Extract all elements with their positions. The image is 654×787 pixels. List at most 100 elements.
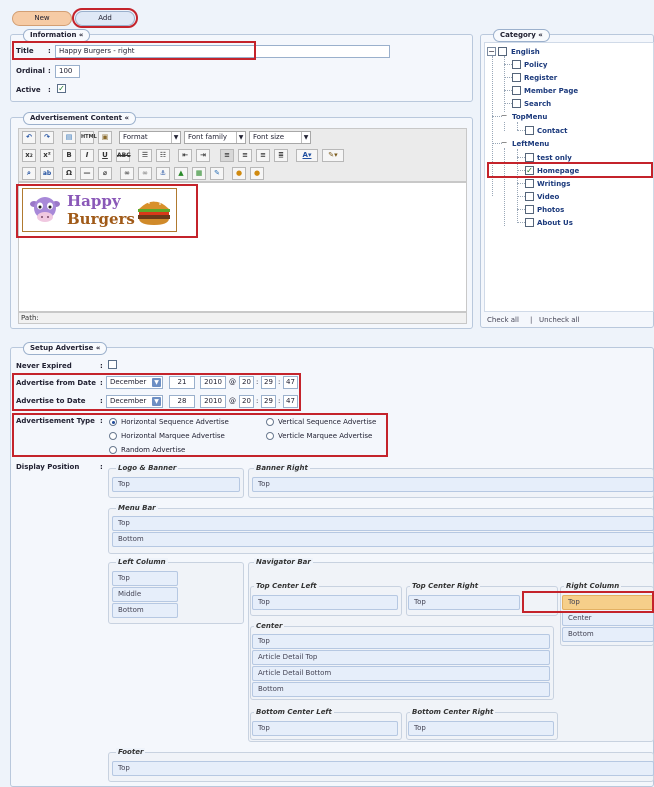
tree-item-video[interactable]: Video: [537, 193, 559, 201]
checkbox-writings[interactable]: [525, 179, 534, 188]
vertical-sequence-label[interactable]: Vertical Sequence Advertise: [278, 418, 376, 426]
checkbox-photos[interactable]: [525, 205, 534, 214]
checkbox-about-us[interactable]: [525, 218, 534, 227]
paste-icon[interactable]: ▣: [98, 131, 112, 144]
horizontal-rule-icon[interactable]: —: [80, 167, 94, 180]
checkbox-search[interactable]: [512, 99, 521, 108]
from-minute-input[interactable]: 29: [261, 376, 276, 389]
replace-icon[interactable]: ab: [40, 167, 54, 180]
title-input[interactable]: Happy Burgers - right: [55, 45, 390, 58]
indent-icon[interactable]: ⇥: [196, 149, 210, 162]
to-year-input[interactable]: 2010: [200, 395, 226, 408]
subscript-icon[interactable]: x₂: [22, 149, 36, 162]
slot-footer-top[interactable]: Top: [112, 761, 654, 776]
text-color-icon[interactable]: A▾: [296, 149, 318, 162]
horizontal-marquee-label[interactable]: Horizontal Marquee Advertise: [121, 432, 225, 440]
from-year-input[interactable]: 2010: [200, 376, 226, 389]
tree-item-topmenu[interactable]: TopMenu: [512, 113, 547, 121]
from-month-select[interactable]: December ▼: [106, 376, 163, 389]
slot-menu-bar-top[interactable]: Top: [112, 516, 654, 531]
horizontal-sequence-label[interactable]: Horizontal Sequence Advertise: [121, 418, 229, 426]
tree-item-english[interactable]: English: [511, 48, 540, 56]
slot-article-detail-bottom[interactable]: Article Detail Bottom: [252, 666, 550, 681]
slot-article-detail-top[interactable]: Article Detail Top: [252, 650, 550, 665]
align-right-icon[interactable]: ≡: [256, 149, 270, 162]
slot-center-bottom[interactable]: Bottom: [252, 682, 550, 697]
align-left-icon[interactable]: ≡: [220, 149, 234, 162]
to-minute-input[interactable]: 29: [261, 395, 276, 408]
to-day-input[interactable]: 28: [169, 395, 195, 408]
checkbox-contact[interactable]: [525, 126, 534, 135]
slot-banner-right-top[interactable]: Top: [252, 477, 654, 492]
unlink-icon[interactable]: ∞: [138, 167, 152, 180]
anchor-icon[interactable]: ⚓: [156, 167, 170, 180]
setup-legend[interactable]: Setup Advertise «: [23, 342, 108, 355]
slot-top-center-left-top[interactable]: Top: [252, 595, 398, 610]
tree-item-writings[interactable]: Writings: [537, 180, 570, 188]
highlight-color-icon[interactable]: ✎▾: [322, 149, 344, 162]
media-icon[interactable]: ●: [232, 167, 246, 180]
verticle-marquee-label[interactable]: Verticle Marquee Advertise: [278, 432, 372, 440]
special-char-icon[interactable]: Ω: [62, 167, 76, 180]
slot-bottom-center-right-top[interactable]: Top: [408, 721, 554, 736]
radio-random[interactable]: [109, 446, 117, 454]
expand-leftmenu-icon[interactable]: −: [500, 139, 508, 147]
justify-icon[interactable]: ≣: [274, 149, 288, 162]
tree-item-homepage[interactable]: Homepage: [537, 167, 579, 175]
from-second-input[interactable]: 47: [283, 376, 298, 389]
ordinal-input[interactable]: 100: [55, 65, 80, 78]
italic-icon[interactable]: I: [80, 149, 94, 162]
tree-item-photos[interactable]: Photos: [537, 206, 564, 214]
flash-icon[interactable]: ●: [250, 167, 264, 180]
tree-item-about-us[interactable]: About Us: [537, 219, 573, 227]
format-select[interactable]: Format ▼: [119, 131, 181, 144]
superscript-icon[interactable]: x²: [40, 149, 54, 162]
underline-icon[interactable]: U: [98, 149, 112, 162]
information-legend[interactable]: Information «: [23, 29, 91, 42]
tree-item-policy[interactable]: Policy: [524, 61, 547, 69]
tree-item-contact[interactable]: Contact: [537, 127, 568, 135]
slot-logo-banner-top[interactable]: Top: [112, 477, 240, 492]
new-document-icon[interactable]: ▤: [62, 131, 76, 144]
checkbox-member-page[interactable]: [512, 86, 521, 95]
remove-format-icon[interactable]: ⌀: [98, 167, 112, 180]
numbered-list-icon[interactable]: ☷: [156, 149, 170, 162]
active-checkbox[interactable]: ✓: [57, 84, 66, 93]
slot-right-column-bottom[interactable]: Bottom: [562, 627, 654, 642]
slot-right-column-top[interactable]: Top: [562, 595, 654, 610]
checkbox-english[interactable]: [498, 47, 507, 56]
align-center-icon[interactable]: ≡: [238, 149, 252, 162]
tree-item-leftmenu[interactable]: LeftMenu: [512, 140, 549, 148]
category-legend[interactable]: Category «: [493, 29, 550, 42]
link-icon[interactable]: ∞: [120, 167, 134, 180]
random-label[interactable]: Random Advertise: [121, 446, 185, 454]
tree-item-test-only[interactable]: test only: [537, 154, 572, 162]
radio-vertical-sequence[interactable]: [266, 418, 274, 426]
checkbox-homepage[interactable]: ✓: [525, 166, 534, 175]
slot-left-column-bottom[interactable]: Bottom: [112, 603, 178, 618]
radio-verticle-marquee[interactable]: [266, 432, 274, 440]
slot-menu-bar-bottom[interactable]: Bottom: [112, 532, 654, 547]
slot-bottom-center-left-top[interactable]: Top: [252, 721, 398, 736]
radio-horizontal-marquee[interactable]: [109, 432, 117, 440]
find-icon[interactable]: ⌕: [22, 167, 36, 180]
from-hour-input[interactable]: 20: [239, 376, 254, 389]
expand-topmenu-icon[interactable]: −: [500, 112, 508, 120]
tree-item-search[interactable]: Search: [524, 100, 551, 108]
uncheck-all-link[interactable]: Uncheck all: [539, 316, 579, 324]
new-button[interactable]: New: [12, 11, 72, 26]
slot-top-center-right-top[interactable]: Top: [408, 595, 520, 610]
to-second-input[interactable]: 47: [283, 395, 298, 408]
slot-center-top[interactable]: Top: [252, 634, 550, 649]
redo-icon[interactable]: ↷: [40, 131, 54, 144]
to-hour-input[interactable]: 20: [239, 395, 254, 408]
checkbox-video[interactable]: [525, 192, 534, 201]
tree-item-register[interactable]: Register: [524, 74, 557, 82]
slot-left-column-middle[interactable]: Middle: [112, 587, 178, 602]
image-icon[interactable]: ▲: [174, 167, 188, 180]
never-expired-checkbox[interactable]: [108, 360, 117, 369]
ad-content-legend[interactable]: Advertisement Content «: [23, 112, 136, 125]
outdent-icon[interactable]: ⇤: [178, 149, 192, 162]
check-all-link[interactable]: Check all: [487, 316, 519, 324]
checkbox-test-only[interactable]: [525, 153, 534, 162]
